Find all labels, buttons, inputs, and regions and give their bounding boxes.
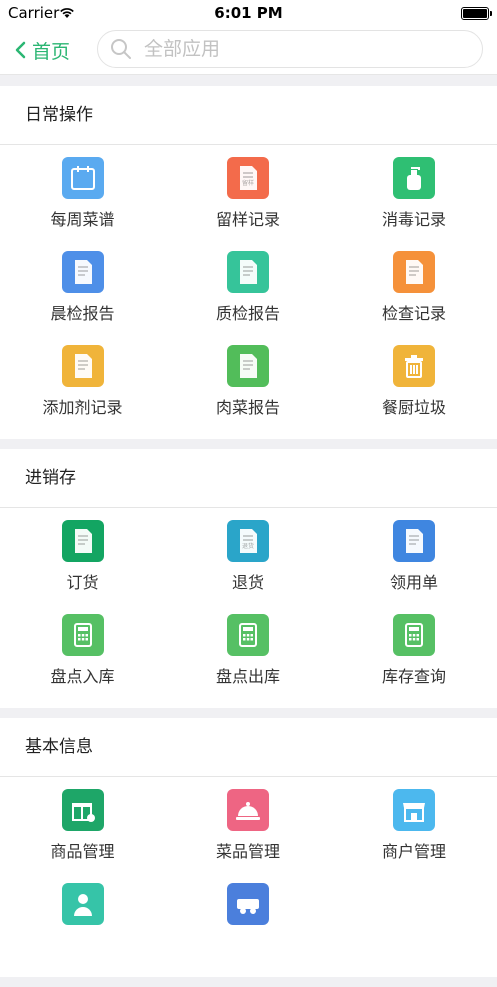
- app-item-label: 商户管理: [381, 842, 446, 861]
- vehicle-icon: [227, 883, 269, 925]
- nav-bar: 首页: [0, 26, 497, 75]
- app-item[interactable]: [165, 883, 331, 977]
- svg-text:留样: 留样: [242, 179, 254, 187]
- app-item-label: 留样记录: [215, 210, 280, 229]
- return-goods-icon: 退货: [227, 520, 269, 562]
- section-inventory: 进销存 订货 退货 退货 领用单 盘点入库 盘点出库 库存查询: [0, 449, 497, 708]
- section-title: 基本信息: [0, 718, 497, 777]
- app-item[interactable]: 质检报告: [165, 251, 331, 345]
- dish-cover-icon: [227, 789, 269, 831]
- calculator-icon: [61, 614, 104, 656]
- app-item-label: 餐厨垃圾: [381, 398, 446, 417]
- app-item[interactable]: [0, 883, 165, 977]
- app-item-label: 质检报告: [215, 304, 280, 323]
- app-item-label: 领用单: [389, 573, 438, 592]
- app-item-label: 肉菜报告: [215, 398, 280, 417]
- requisition-icon: [393, 520, 435, 562]
- back-button[interactable]: 首页: [14, 36, 70, 64]
- app-item-label: 订货: [66, 573, 99, 592]
- status-bar: Carrier 6:01 PM: [0, 0, 497, 26]
- app-item[interactable]: 餐厨垃圾: [331, 345, 497, 439]
- merchant-store-icon: [393, 789, 435, 831]
- section-basic-info: 基本信息 商品管理 菜品管理 商户管理: [0, 718, 497, 977]
- section-title: 进销存: [0, 449, 497, 508]
- additive-record-icon: [61, 345, 104, 387]
- app-item-label: 晨检报告: [50, 304, 115, 323]
- app-item[interactable]: 商品管理: [0, 789, 165, 883]
- inspection-record-icon: [393, 251, 435, 293]
- app-item[interactable]: 晨检报告: [0, 251, 165, 345]
- app-item-label: 退货: [231, 573, 264, 592]
- quality-check-icon: [227, 251, 269, 293]
- app-item-label: 消毒记录: [381, 210, 446, 229]
- meat-veg-report-icon: [227, 345, 269, 387]
- app-item-label: 盘点入库: [50, 667, 115, 686]
- app-item[interactable]: 领用单: [331, 520, 497, 614]
- app-item[interactable]: 订货: [0, 520, 165, 614]
- section-title: 日常操作: [0, 86, 497, 145]
- back-label: 首页: [32, 40, 71, 63]
- morning-check-icon: [61, 251, 104, 293]
- battery-icon: [461, 7, 492, 20]
- app-item-label: 商品管理: [50, 842, 115, 861]
- app-item[interactable]: 商户管理: [331, 789, 497, 883]
- app-item[interactable]: 盘点出库: [165, 614, 331, 708]
- order-icon: [61, 520, 104, 562]
- search-icon: [111, 39, 131, 59]
- app-item[interactable]: 菜品管理: [165, 789, 331, 883]
- app-item-label: 检查记录: [381, 304, 446, 323]
- section-daily-operations: 日常操作 每周菜谱 留样 留样记录 消毒记录 晨检报告 质检报告 检查记录 添加剂记录 肉菜报告…: [0, 86, 497, 439]
- chevron-left-icon: [15, 41, 26, 59]
- calendar-icon: [61, 157, 104, 199]
- app-item-label: 每周菜谱: [50, 210, 115, 229]
- sample-record-icon: 留样: [227, 157, 269, 199]
- app-item-label: 菜品管理: [215, 842, 280, 861]
- app-item[interactable]: 消毒记录: [331, 157, 497, 251]
- app-item[interactable]: 退货 退货: [165, 520, 331, 614]
- search-bar[interactable]: [97, 30, 483, 68]
- app-item[interactable]: 每周菜谱: [0, 157, 165, 251]
- calculator-icon: [227, 614, 269, 656]
- trash-bin-icon: [393, 345, 435, 387]
- disinfect-bottle-icon: [393, 157, 435, 199]
- search-input[interactable]: [142, 37, 446, 61]
- svg-text:退货: 退货: [242, 542, 254, 550]
- app-list: 日常操作 每周菜谱 留样 留样记录 消毒记录 晨检报告 质检报告 检查记录 添加剂记录 肉菜报告…: [0, 86, 497, 987]
- app-item[interactable]: 留样 留样记录: [165, 157, 331, 251]
- app-item[interactable]: 库存查询: [331, 614, 497, 708]
- app-item[interactable]: 检查记录: [331, 251, 497, 345]
- app-item-label: 添加剂记录: [42, 398, 123, 417]
- clock: 6:01 PM: [214, 4, 283, 22]
- app-item-label: 库存查询: [381, 667, 446, 686]
- calculator-icon: [393, 614, 435, 656]
- app-item-label: 盘点出库: [215, 667, 280, 686]
- app-item[interactable]: 添加剂记录: [0, 345, 165, 439]
- app-item[interactable]: 盘点入库: [0, 614, 165, 708]
- app-item[interactable]: 肉菜报告: [165, 345, 331, 439]
- gift-box-icon: [61, 789, 104, 831]
- person-icon: [61, 883, 104, 925]
